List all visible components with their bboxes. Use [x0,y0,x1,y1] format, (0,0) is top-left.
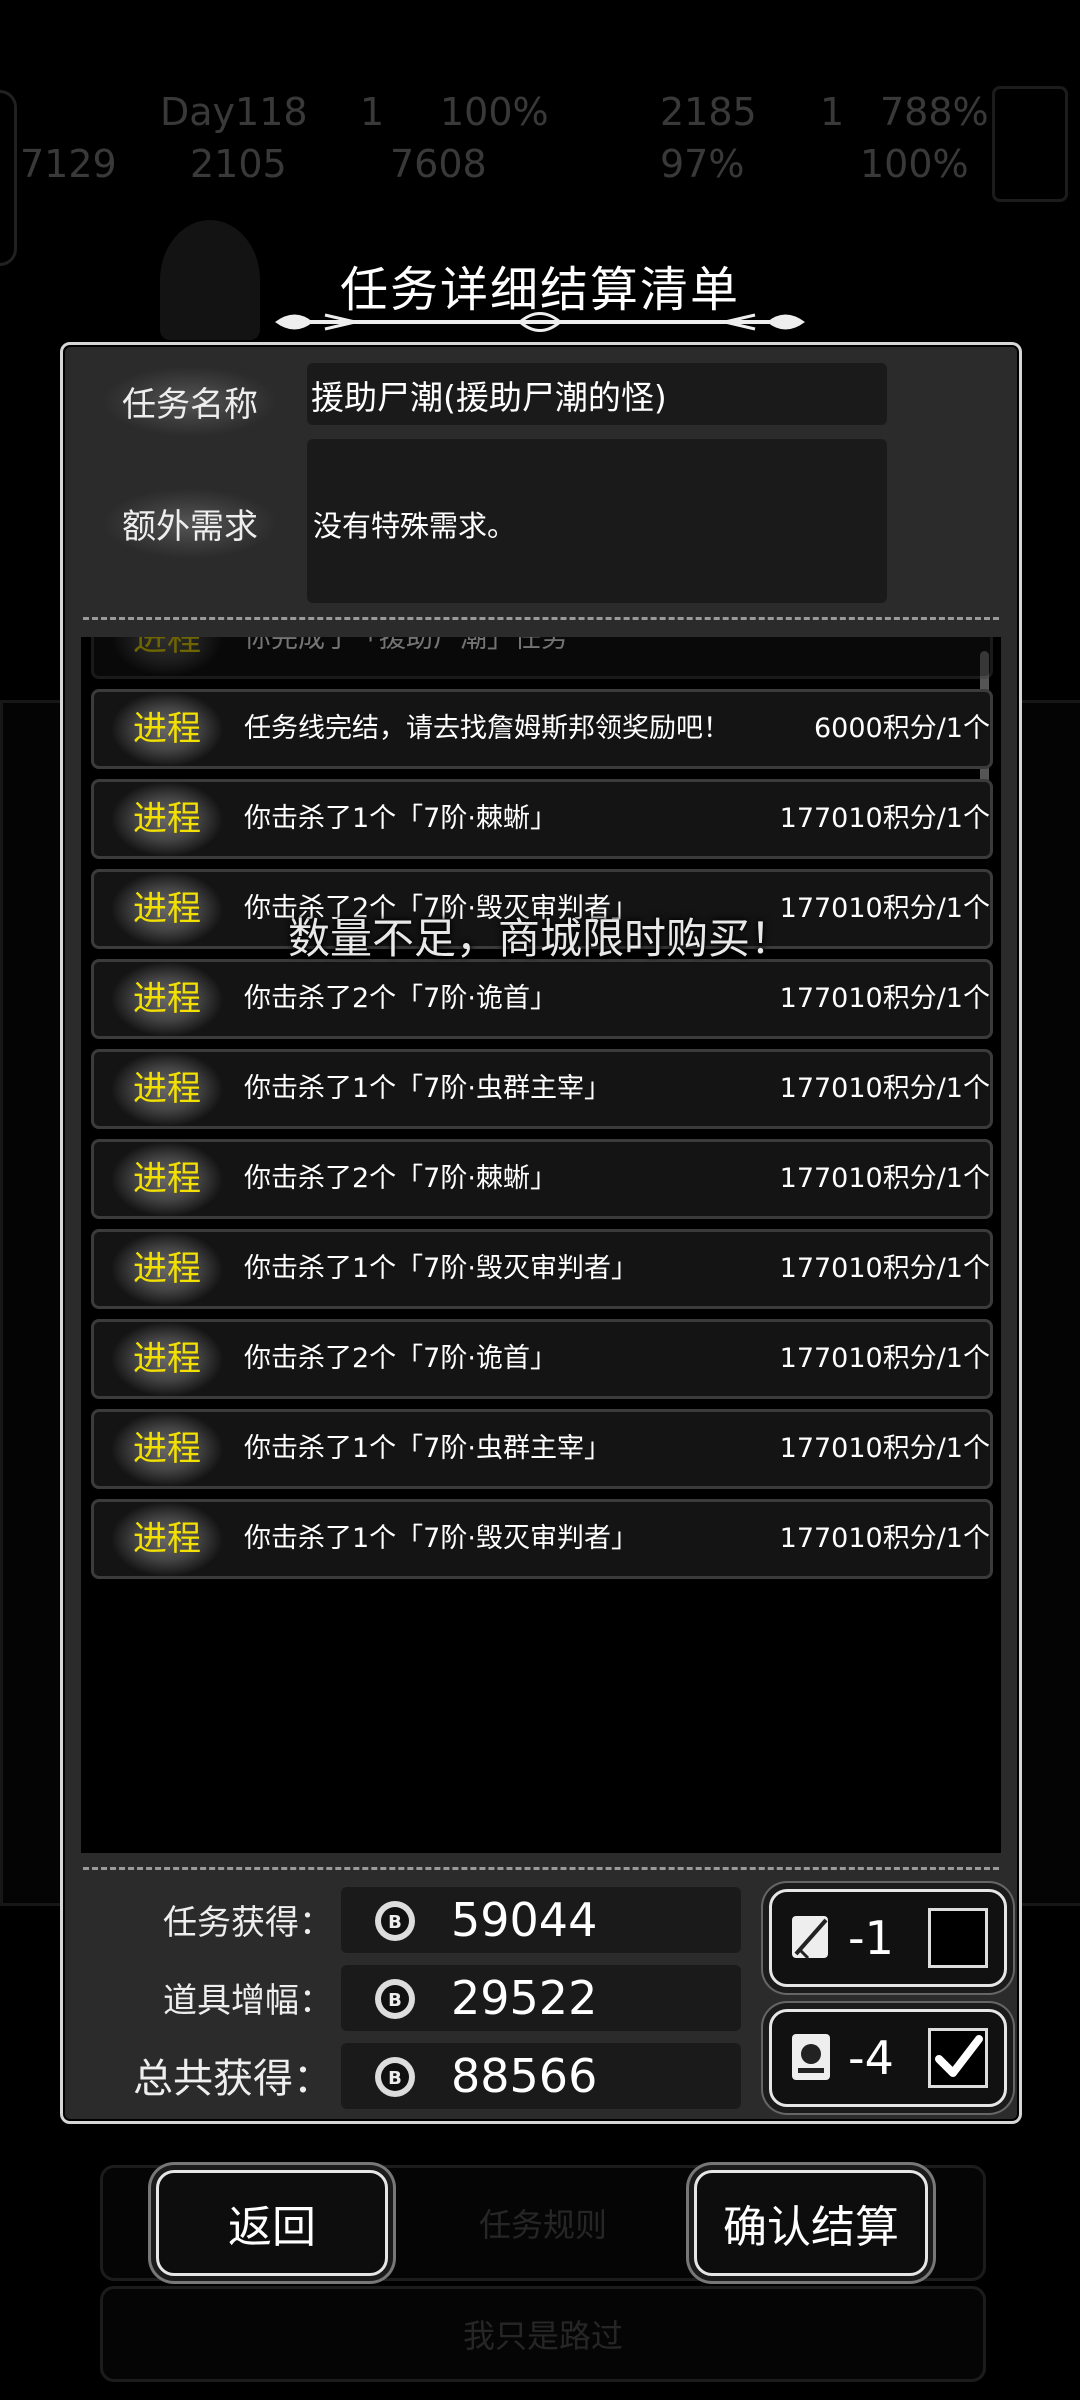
item-bonus-box: B 29522 [341,1965,741,2031]
item-count: -1 [848,1911,894,1965]
stat-value: 97% [660,142,745,186]
total-reward-row: 总共获得： B 88566 [63,2043,763,2115]
svg-text:B: B [388,1990,402,2011]
item-checkbox[interactable] [928,1908,988,1968]
svg-text:B: B [388,1912,402,1933]
checkmark-icon [935,2035,983,2077]
stat-value: 7608 [390,142,487,186]
task-name-value: 援助尸潮(援助尸潮的怪) [311,378,667,417]
log-tag: 进程 [112,1142,222,1216]
stat-value: 2105 [190,142,287,186]
log-reward: 177010积分/1个 [779,983,990,1014]
log-text: 你击杀了2个「7阶·棘蜥」 [244,1163,557,1194]
log-reward: 177010积分/1个 [779,1343,990,1374]
log-reward: 177010积分/1个 [779,1433,990,1464]
toast-message: 数量不足，商城限时购买！ [287,914,792,963]
log-text: 你击杀了2个「7阶·诡首」 [244,983,557,1014]
extra-requirement-value: 没有特殊需求。 [313,509,517,543]
item-bonus-value: 29522 [451,1971,598,2025]
total-reward-box: B 88566 [341,2043,741,2109]
log-tag: 进程 [112,692,222,766]
log-row: 进程 你完成了「援助尸潮」任务 [91,637,993,679]
stat-value: 1 [820,90,845,134]
coin-icon: B [375,2057,415,2097]
log-row: 进程 你击杀了1个「7阶·毁灭审判者」 177010积分/1个 [91,1229,993,1309]
log-reward: 177010积分/1个 [779,1163,990,1194]
item-bonus-label: 道具增幅： [163,1981,333,2021]
scroll-seal-icon [792,2034,830,2080]
task-reward-value: 59044 [451,1893,598,1947]
item-toggle-seal-scroll[interactable]: -4 [769,2009,1007,2107]
day-counter: Day118 [160,90,308,134]
log-row: 进程 你击杀了2个「7阶·棘蜥」 177010积分/1个 [91,1139,993,1219]
log-row: 进程 你击杀了1个「7阶·毁灭审判者」 177010积分/1个 [91,1499,993,1579]
log-reward: 177010积分/1个 [779,803,990,834]
coin-icon: B [375,1979,415,2019]
log-tag: 进程 [112,1232,222,1306]
task-log-list[interactable]: 进程 你完成了「援助尸潮」任务 进程 任务线完结，请去找詹姆斯邦领奖励吧！ 6000积分… [81,637,1001,1853]
log-reward: 177010积分/1个 [779,1523,990,1554]
stats-frame [992,86,1068,202]
log-text: 你击杀了2个「7阶·诡首」 [244,1343,557,1374]
back-button[interactable]: 返回 [156,2170,388,2276]
log-tag: 进程 [112,1412,222,1486]
log-reward: 177010积分/1个 [779,1253,990,1284]
task-reward-label: 任务获得： [163,1903,333,1943]
coin-icon: B [375,1901,415,1941]
svg-text:B: B [388,2068,402,2089]
log-row: 进程 你击杀了2个「7阶·诡首」 177010积分/1个 [91,959,993,1039]
stat-value: 100% [440,90,549,134]
log-text: 你击杀了1个「7阶·棘蜥」 [244,803,557,834]
log-text: 你击杀了1个「7阶·毁灭审判者」 [244,1253,638,1284]
title-ornament-icon [275,312,805,332]
scroll-quill-icon [792,1916,828,1960]
log-row: 进程 你击杀了1个「7阶·虫群主宰」 177010积分/1个 [91,1409,993,1489]
total-reward-label: 总共获得： [133,2056,333,2102]
log-tag: 进程 [112,1052,222,1126]
extra-requirement-label: 额外需求 [105,489,275,558]
log-text: 你击杀了1个「7阶·虫群主宰」 [244,1073,611,1104]
log-tag: 进程 [112,962,222,1036]
stat-value: 788% [880,90,989,134]
task-name-label: 任务名称 [105,367,275,436]
log-row: 进程 任务线完结，请去找詹姆斯邦领奖励吧！ 6000积分/1个 [91,689,993,769]
item-bonus-row: 道具增幅： B 29522 [63,1965,763,2037]
settlement-dialog: 任务名称 援助尸潮(援助尸潮的怪) 额外需求 没有特殊需求。 进程 你完成了「援助… [60,342,1022,2124]
log-tag: 进程 [112,1322,222,1396]
task-reward-row: 任务获得： B 59044 [63,1887,763,1959]
stat-value: 100% [860,142,969,186]
log-row: 进程 你击杀了1个「7阶·棘蜥」 177010积分/1个 [91,779,993,859]
total-reward-value: 88566 [451,2049,598,2103]
just-passing-button: 我只是路过 [100,2286,986,2382]
stat-value: 7129 [20,142,117,186]
status-bar: Day118 1 100% 2185 1 788% 7129 2105 7608… [0,70,1080,200]
divider [83,617,999,620]
log-text: 任务线完结，请去找詹姆斯邦领奖励吧！ [244,713,730,744]
log-row: 进程 你击杀了2个「7阶·诡首」 177010积分/1个 [91,1319,993,1399]
stat-value: 1 [360,90,385,134]
item-checkbox[interactable] [928,2028,988,2088]
log-tag: 进程 [112,1502,222,1576]
stat-value: 2185 [660,90,757,134]
item-toggle-quill-scroll[interactable]: -1 [769,1889,1007,1987]
task-reward-box: B 59044 [341,1887,741,1953]
log-tag: 进程 [112,637,222,676]
divider [83,1867,999,1870]
log-reward: 6000积分/1个 [814,713,990,744]
log-row: 进程 你击杀了1个「7阶·虫群主宰」 177010积分/1个 [91,1049,993,1129]
log-reward: 177010积分/1个 [779,1073,990,1104]
log-text: 你击杀了1个「7阶·毁灭审判者」 [244,1523,638,1554]
confirm-settlement-button[interactable]: 确认结算 [694,2170,928,2276]
log-tag: 进程 [112,782,222,856]
item-count: -4 [848,2031,894,2085]
log-text: 你击杀了1个「7阶·虫群主宰」 [244,1433,611,1464]
log-text: 你完成了「援助尸潮」任务 [244,637,568,654]
